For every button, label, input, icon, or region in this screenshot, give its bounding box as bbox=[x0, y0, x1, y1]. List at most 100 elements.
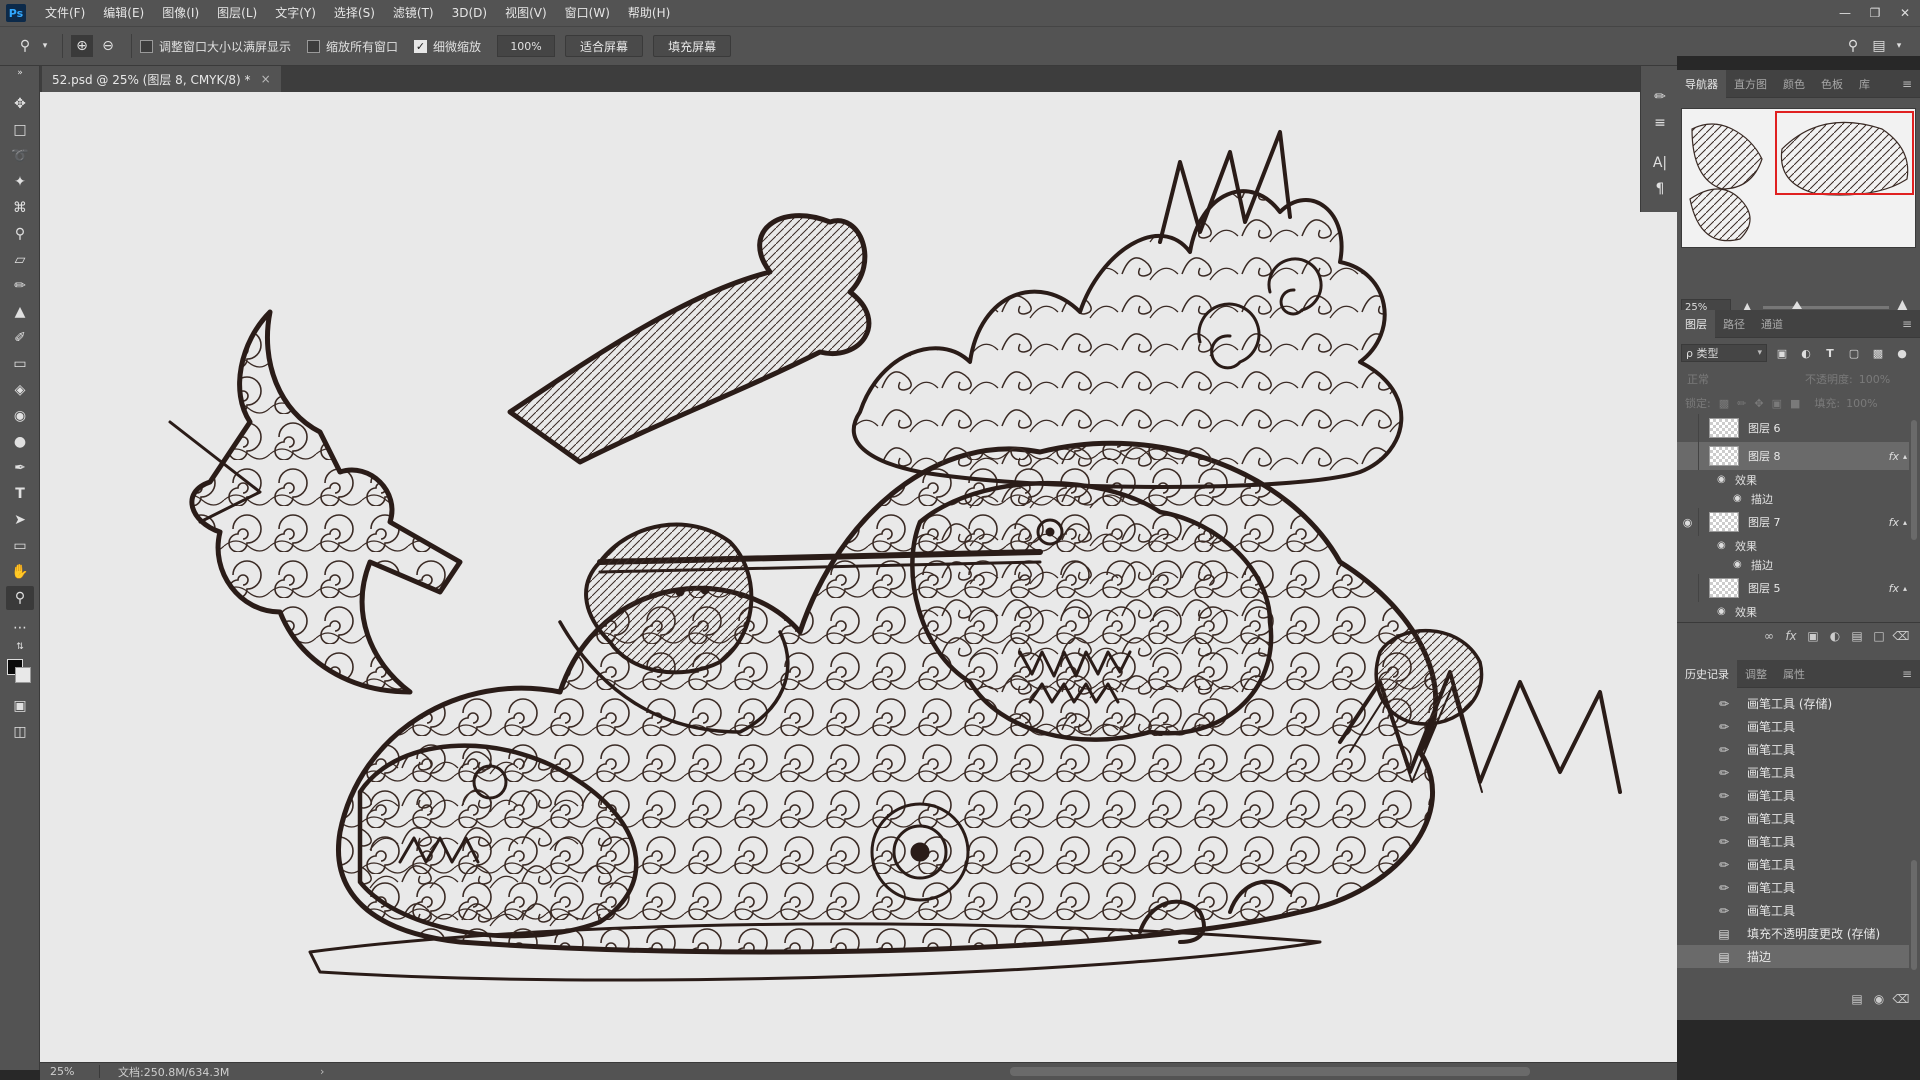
layer-row[interactable]: 图层 5 fx ▴ bbox=[1677, 574, 1909, 602]
tab-channels[interactable]: 通道 bbox=[1753, 310, 1791, 338]
paint-bucket-tool-icon[interactable]: ◈ bbox=[6, 378, 34, 402]
menu-edit[interactable]: 编辑(E) bbox=[94, 0, 153, 26]
history-item[interactable]: ✏ 画笔工具 bbox=[1677, 715, 1909, 738]
layer-fx-icon[interactable]: fx bbox=[1889, 516, 1899, 529]
scrubby-zoom-checkbox[interactable]: ✓ bbox=[414, 39, 428, 53]
filter-adjustment-icon[interactable]: ◐ bbox=[1797, 344, 1815, 362]
eye-icon[interactable]: ◉ bbox=[1717, 606, 1729, 617]
eye-icon[interactable]: ◉ bbox=[1733, 493, 1745, 504]
filter-type-icon[interactable]: T bbox=[1821, 344, 1839, 362]
new-group-icon[interactable]: ▤ bbox=[1846, 629, 1868, 643]
close-window-icon[interactable]: ✕ bbox=[1890, 0, 1920, 26]
menu-filter[interactable]: 滤镜(T) bbox=[384, 0, 443, 26]
layer-stroke-row[interactable]: ◉ 描边 bbox=[1677, 555, 1909, 574]
healing-brush-tool-icon[interactable]: ▱ bbox=[6, 248, 34, 272]
resize-windows-option[interactable]: 调整窗口大小以满屏显示 bbox=[140, 38, 291, 55]
lock-position-icon[interactable]: ✥ bbox=[1754, 397, 1763, 410]
document-tab[interactable]: 52.psd @ 25% (图层 8, CMYK/8) * × bbox=[42, 66, 281, 92]
history-item[interactable]: ✏ 画笔工具 bbox=[1677, 738, 1909, 761]
visibility-toggle[interactable] bbox=[1677, 414, 1699, 442]
menu-layer[interactable]: 图层(L) bbox=[208, 0, 266, 26]
menu-view[interactable]: 视图(V) bbox=[496, 0, 556, 26]
zoom-tool-preset-icon[interactable]: ⚲ bbox=[14, 35, 36, 57]
brush-tool-icon[interactable]: ✏ bbox=[6, 274, 34, 298]
adjust-sliders-icon[interactable]: ≡ bbox=[1647, 110, 1673, 136]
lock-artboard-icon[interactable]: ▣ bbox=[1772, 397, 1782, 410]
trash-icon[interactable]: ⌫ bbox=[1890, 629, 1912, 643]
adjustment-layer-icon[interactable]: ◐ bbox=[1824, 629, 1846, 643]
navigator-zoom-slider-knob[interactable] bbox=[1792, 301, 1802, 309]
layer-row[interactable]: 图层 6 bbox=[1677, 414, 1909, 442]
layer-row[interactable]: ◉ 图层 7 fx ▴ bbox=[1677, 508, 1909, 536]
chevron-up-icon[interactable]: ▴ bbox=[1903, 452, 1907, 461]
menu-image[interactable]: 图像(I) bbox=[153, 0, 208, 26]
eye-icon[interactable]: ◉ bbox=[1717, 474, 1729, 485]
filter-smart-object-icon[interactable]: ▩ bbox=[1869, 344, 1887, 362]
fill-screen-button[interactable]: 填充屏幕 bbox=[653, 35, 732, 57]
background-color-swatch[interactable] bbox=[15, 667, 31, 683]
layer-effects-row[interactable]: ◉ 效果 bbox=[1677, 470, 1909, 489]
pen-tool-icon[interactable]: ✒ bbox=[6, 456, 34, 480]
search-icon[interactable]: ⚲ bbox=[1842, 35, 1864, 57]
character-icon[interactable]: A| bbox=[1647, 150, 1673, 176]
blur-tool-icon[interactable]: ◉ bbox=[6, 404, 34, 428]
menu-file[interactable]: 文件(F) bbox=[36, 0, 94, 26]
blend-mode-select[interactable]: 正常 bbox=[1681, 371, 1771, 387]
crop-tool-icon[interactable]: ⌘ bbox=[6, 196, 34, 220]
canvas[interactable] bbox=[40, 92, 1677, 1062]
new-layer-icon[interactable]: □ bbox=[1868, 629, 1890, 643]
paragraph-icon[interactable]: ¶ bbox=[1647, 176, 1673, 202]
snapshot-camera-icon[interactable]: ◉ bbox=[1868, 992, 1890, 1006]
tab-histogram[interactable]: 直方图 bbox=[1726, 70, 1775, 98]
quick-mask-icon[interactable]: ▣ bbox=[6, 694, 34, 718]
marquee-tool-icon[interactable]: □ bbox=[6, 118, 34, 142]
history-item[interactable]: ✏ 画笔工具 bbox=[1677, 784, 1909, 807]
tab-navigator[interactable]: 导航器 bbox=[1677, 69, 1726, 98]
history-item[interactable]: ▤ 填充不透明度更改 (存储) bbox=[1677, 922, 1909, 945]
history-item[interactable]: ✏ 画笔工具 bbox=[1677, 761, 1909, 784]
history-scrollbar[interactable] bbox=[1911, 860, 1917, 970]
magic-wand-tool-icon[interactable]: ✦ bbox=[6, 170, 34, 194]
chevron-up-icon[interactable]: ▴ bbox=[1903, 584, 1907, 593]
close-tab-icon[interactable]: × bbox=[261, 72, 271, 86]
eye-icon[interactable]: ◉ bbox=[1717, 540, 1729, 551]
eye-icon[interactable]: ◉ bbox=[1733, 559, 1745, 570]
rectangle-tool-icon[interactable]: ▭ bbox=[6, 534, 34, 558]
add-mask-icon[interactable]: ▣ bbox=[1802, 629, 1824, 643]
zoom-out-icon[interactable]: ⊖ bbox=[97, 35, 119, 57]
layer-row-selected[interactable]: 图层 8 fx ▴ bbox=[1677, 442, 1909, 470]
history-item[interactable]: ✏ 画笔工具 bbox=[1677, 899, 1909, 922]
screen-mode-icon[interactable]: ◫ bbox=[6, 720, 34, 744]
eyedropper-tool-icon[interactable]: ⚲ bbox=[6, 222, 34, 246]
layers-scrollbar[interactable] bbox=[1911, 420, 1917, 540]
tab-paths[interactable]: 路径 bbox=[1715, 310, 1753, 338]
add-style-icon[interactable]: fx bbox=[1780, 629, 1802, 643]
menu-help[interactable]: 帮助(H) bbox=[619, 0, 679, 26]
brush-settings-icon[interactable]: ✏ bbox=[1647, 84, 1673, 110]
chevron-down-icon[interactable]: ▾ bbox=[40, 35, 50, 57]
opacity-field[interactable]: 100% bbox=[1859, 373, 1890, 386]
hand-tool-icon[interactable]: ✋ bbox=[6, 560, 34, 584]
visibility-toggle[interactable] bbox=[1677, 574, 1699, 602]
zoom-all-option[interactable]: 缩放所有窗口 bbox=[307, 38, 398, 55]
layer-fx-icon[interactable]: fx bbox=[1889, 450, 1899, 463]
tab-properties[interactable]: 属性 bbox=[1775, 660, 1813, 688]
tab-layers[interactable]: 图层 bbox=[1677, 309, 1715, 338]
menu-window[interactable]: 窗口(W) bbox=[556, 0, 619, 26]
dodge-tool-icon[interactable]: ● bbox=[6, 430, 34, 454]
move-tool-icon[interactable]: ✥ bbox=[6, 92, 34, 116]
history-item-selected[interactable]: ▤ 描边 bbox=[1677, 945, 1909, 968]
eye-icon[interactable]: ◉ bbox=[1677, 508, 1699, 536]
history-brush-tool-icon[interactable]: ✐ bbox=[6, 326, 34, 350]
new-document-from-state-icon[interactable]: ▤ bbox=[1846, 992, 1868, 1006]
zoom-all-checkbox[interactable] bbox=[307, 39, 321, 53]
workspace-icon[interactable]: ▤ bbox=[1868, 35, 1890, 57]
navigator-thumbnail[interactable] bbox=[1681, 108, 1916, 248]
chevron-down-icon[interactable]: ▾ bbox=[1894, 35, 1904, 57]
menu-type[interactable]: 文字(Y) bbox=[266, 0, 325, 26]
tab-color[interactable]: 颜色 bbox=[1775, 70, 1813, 98]
lasso-tool-icon[interactable]: ➰ bbox=[6, 144, 34, 168]
path-selection-tool-icon[interactable]: ➤ bbox=[6, 508, 34, 532]
trash-icon[interactable]: ⌫ bbox=[1890, 992, 1912, 1006]
lock-transparent-icon[interactable]: ▩ bbox=[1719, 397, 1729, 410]
